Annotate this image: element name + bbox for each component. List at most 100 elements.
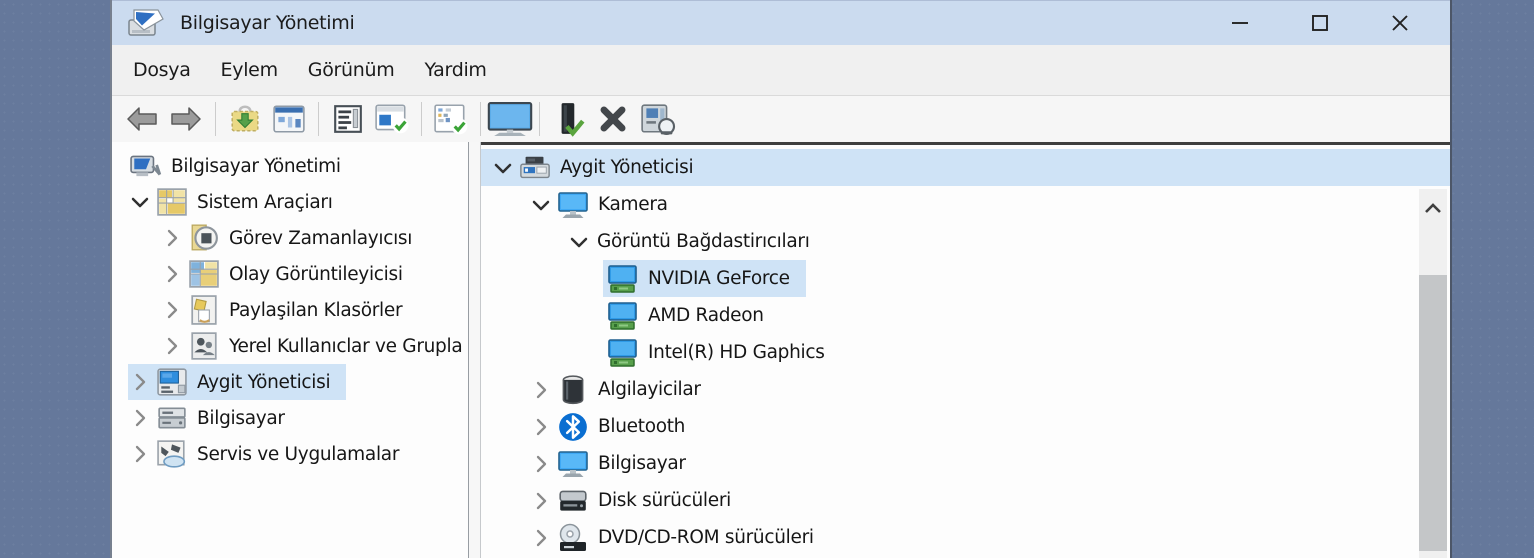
tree-item-servis-ve-uygulamalar[interactable]: Servis ve Uygulamalar bbox=[112, 436, 468, 472]
chevron-right-icon[interactable] bbox=[529, 378, 553, 402]
scrollbar-thumb[interactable] bbox=[1419, 275, 1447, 551]
tree-item-inner: Intel(R) HD Gaphics bbox=[603, 334, 831, 371]
chevron-right-icon[interactable] bbox=[128, 406, 152, 430]
tree-item-label: Olay Görüntileyicisi bbox=[229, 263, 403, 285]
tree-item-intel-r-hd-gaphics[interactable]: Intel(R) HD Gaphics bbox=[481, 334, 1450, 371]
tree-item-label: Sistem Araçiarı bbox=[197, 191, 333, 213]
computer-management-icon bbox=[130, 151, 162, 181]
chevron-down-icon[interactable] bbox=[128, 190, 152, 214]
display-adapter-icon bbox=[607, 338, 639, 368]
toolbar-window-check-button[interactable] bbox=[370, 98, 414, 140]
tree-item-inner: Sistem Araçiarı bbox=[128, 184, 339, 220]
tree-item-label: Bilgisayar bbox=[598, 453, 686, 474]
menu-item-eylem[interactable]: Eylem bbox=[206, 55, 293, 85]
toolbar-separator bbox=[318, 102, 319, 136]
tree-item-label: Kamera bbox=[598, 194, 668, 215]
chevron-right-icon[interactable] bbox=[160, 334, 184, 358]
chevron-down-icon[interactable] bbox=[567, 230, 591, 254]
bluetooth-device-icon bbox=[557, 412, 589, 442]
tree-item-inner: Görüntü Bağdastirıcıları bbox=[567, 223, 816, 260]
content-area: Bilgisayar Yönetimi Sistem Araçiarı Görev … bbox=[112, 142, 1450, 558]
tree-item-bilgisayar[interactable]: Bilgisayar bbox=[112, 400, 468, 436]
pane-splitter[interactable] bbox=[468, 142, 481, 558]
chevron-right-icon[interactable] bbox=[160, 298, 184, 322]
chevron-right-icon[interactable] bbox=[128, 442, 152, 466]
tree-item-inner: Aygit Yöneticisi bbox=[491, 149, 699, 186]
tree-item-inner: Bilgisayar bbox=[529, 445, 692, 482]
tree-item-gorev-zamanlayicisi[interactable]: Görev Zamanlayıcısı bbox=[112, 220, 468, 256]
tree-item-paylasilan-klasorler[interactable]: Paylaşilan Klasörler bbox=[112, 292, 468, 328]
forward-arrow-icon bbox=[168, 105, 204, 133]
window-controls bbox=[1200, 1, 1440, 45]
chevron-right-icon[interactable] bbox=[529, 526, 553, 550]
toolbar-update-driver-button[interactable] bbox=[547, 98, 591, 140]
tree-item-inner: NVIDIA GeForce bbox=[603, 260, 806, 297]
tree-item-inner: Algilayicilar bbox=[529, 371, 707, 408]
chevron-right-icon[interactable] bbox=[529, 489, 553, 513]
tree-item-goruntu-bagdastiricilari[interactable]: Görüntü Bağdastirıcıları bbox=[481, 223, 1450, 260]
tree-item-inner: AMD Radeon bbox=[603, 297, 770, 334]
services-apps-icon bbox=[156, 439, 188, 469]
chevron-right-icon[interactable] bbox=[128, 370, 152, 394]
toolbar-back-arrow-button[interactable] bbox=[120, 98, 164, 140]
tree-item-inner: Bluetooth bbox=[529, 408, 691, 445]
computer-management-window: Bilgisayar Yönetimi Dosya Eylem Görünüm Yar… bbox=[110, 0, 1452, 558]
tree-item-sistem-araciari[interactable]: Sistem Araçiarı bbox=[112, 184, 468, 220]
close-button[interactable] bbox=[1360, 1, 1440, 45]
tree-item-bilgisayar-yonetimi[interactable]: Bilgisayar Yönetimi bbox=[112, 148, 468, 184]
chevron-down-icon[interactable] bbox=[529, 193, 553, 217]
tree-item-nvidia-geforce[interactable]: NVIDIA GeForce bbox=[481, 260, 1450, 297]
tree-item-yerel-kullaniclar-ve-grupla[interactable]: Yerel Kullanıclar ve Grupla bbox=[112, 328, 468, 364]
tree-item-inner: Olay Görüntileyicisi bbox=[160, 256, 409, 292]
menu-item-dosya[interactable]: Dosya bbox=[118, 55, 206, 85]
tree-item-label: Görüntü Bağdastirıcıları bbox=[597, 231, 810, 252]
maximize-icon bbox=[1310, 13, 1330, 33]
toolbar-console-window-button[interactable] bbox=[267, 98, 311, 140]
minimize-button[interactable] bbox=[1200, 1, 1280, 45]
chevron-down-icon[interactable] bbox=[491, 156, 515, 180]
minimize-icon bbox=[1230, 13, 1250, 33]
menu-item-yardim[interactable]: Yardim bbox=[409, 55, 501, 85]
tree-item-aygit-yoneticisi[interactable]: Aygit Yöneticisi bbox=[112, 364, 468, 400]
tree-item-label: AMD Radeon bbox=[648, 305, 764, 326]
toolbar-forward-arrow-button[interactable] bbox=[164, 98, 208, 140]
desktop-background: Bilgisayar Yönetimi Dosya Eylem Görünüm Yar… bbox=[0, 0, 1534, 558]
toolbar-monitor-button[interactable] bbox=[487, 98, 533, 140]
toolbar-remove-x-button[interactable] bbox=[591, 98, 635, 140]
monitor-device-icon bbox=[557, 190, 589, 220]
chevron-right-icon[interactable] bbox=[529, 452, 553, 476]
chevron-right-icon[interactable] bbox=[529, 415, 553, 439]
tree-item-aygit-yoneticisi[interactable]: Aygit Yöneticisi bbox=[481, 149, 1450, 186]
toolbar-properties-list-button[interactable] bbox=[326, 98, 370, 140]
tree-item-label: Aygit Yöneticisi bbox=[197, 371, 331, 393]
tree-item-inner: Kamera bbox=[529, 186, 674, 223]
maximize-button[interactable] bbox=[1280, 1, 1360, 45]
tree-item-inner: Bilgisayar bbox=[128, 400, 291, 436]
tree-item-label: Bilgisayar Yönetimi bbox=[171, 155, 341, 177]
event-viewer-icon bbox=[188, 259, 220, 289]
users-groups-icon bbox=[188, 331, 220, 361]
vertical-scrollbar[interactable] bbox=[1419, 189, 1447, 558]
tree-item-amd-radeon[interactable]: AMD Radeon bbox=[481, 297, 1450, 334]
chevron-right-icon[interactable] bbox=[160, 262, 184, 286]
tree-item-dvd-cd-rom-suruculeri[interactable]: DVD/CD-ROM sürücüleri bbox=[481, 519, 1450, 556]
scroll-up-button[interactable] bbox=[1419, 189, 1447, 227]
menu-item-gorunum[interactable]: Görünüm bbox=[293, 55, 410, 85]
toolbar-separator bbox=[539, 102, 540, 136]
display-adapter-icon bbox=[607, 264, 639, 294]
tree-item-disk-suruculeri[interactable]: Disk sürücüleri bbox=[481, 482, 1450, 519]
tree-item-olay-goruntileyicisi[interactable]: Olay Görüntileyicisi bbox=[112, 256, 468, 292]
tree-item-algilayicilar[interactable]: Algilayicilar bbox=[481, 371, 1450, 408]
tree-item-bilgisayar[interactable]: Bilgisayar bbox=[481, 445, 1450, 482]
chevron-right-icon[interactable] bbox=[160, 226, 184, 250]
tree-item-kamera[interactable]: Kamera bbox=[481, 186, 1450, 223]
toolbar-window-check-grid-button[interactable] bbox=[429, 98, 473, 140]
tree-item-inner: Servis ve Uygulamalar bbox=[128, 436, 405, 472]
system-tools-folder-icon bbox=[156, 187, 188, 217]
toolbar-import-box-button[interactable] bbox=[223, 98, 267, 140]
tree-item-bluetooth[interactable]: Bluetooth bbox=[481, 408, 1450, 445]
dvd-drive-icon bbox=[557, 523, 589, 553]
tree-item-inner: DVD/CD-ROM sürücüleri bbox=[529, 519, 820, 556]
toolbar-scan-computer-button[interactable] bbox=[635, 98, 679, 140]
tree-item-inner: Yerel Kullanıclar ve Grupla bbox=[160, 328, 468, 364]
